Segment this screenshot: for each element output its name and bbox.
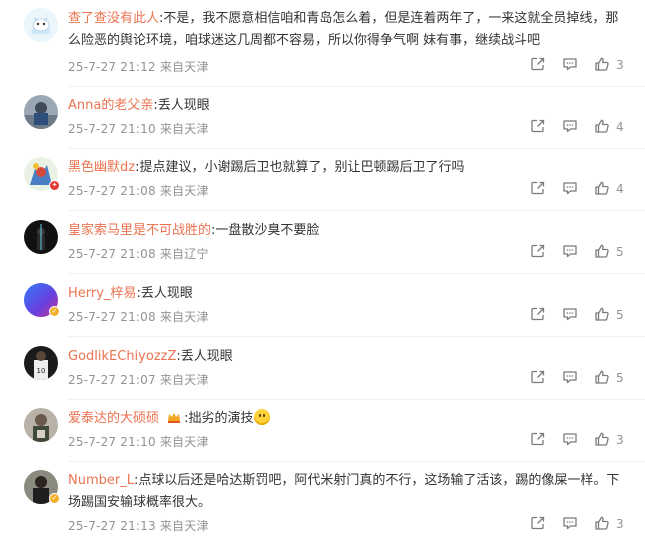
username-link[interactable]: 黑色幽默dz — [68, 160, 135, 175]
comment-text-block: Herry_梓易:丢人现眼 — [68, 283, 628, 305]
avatar[interactable]: 10 — [24, 346, 58, 380]
username-link[interactable]: Anna的老父亲 — [68, 98, 153, 113]
comment-body: :丢人现眼 — [136, 286, 193, 301]
divider — [68, 461, 645, 462]
share-icon[interactable] — [530, 56, 546, 72]
comment-icon[interactable] — [562, 56, 578, 72]
verified-badge-icon: ✦ — [49, 180, 60, 191]
verified-badge-icon: ✓ — [49, 493, 60, 504]
share-icon[interactable] — [530, 180, 546, 196]
like-count: 3 — [616, 433, 624, 447]
thumbs-up-icon[interactable] — [594, 118, 610, 134]
comment-meta: 25-7-27 21:10 来自天津 — [68, 435, 209, 449]
like-count: 3 — [616, 58, 624, 72]
smile-emoji-icon — [253, 409, 270, 425]
comment-text-block: 皇家索马里是不可战胜的:一盘散沙臭不要脸 — [68, 220, 628, 242]
username-link[interactable]: 爱泰达的大硕硕 — [68, 411, 159, 426]
comment-body: :一盘散沙臭不要脸 — [211, 223, 320, 238]
comment-body: :提点建议，小谢踢后卫也就算了，别让巴顿踢后卫了行吗 — [135, 160, 465, 175]
comment-meta: 25-7-27 21:08 来自天津 — [68, 310, 209, 324]
comment-icon[interactable] — [562, 180, 578, 196]
divider — [68, 336, 645, 337]
comment-text-block: 黑色幽默dz:提点建议，小谢踢后卫也就算了，别让巴顿踢后卫了行吗 — [68, 157, 628, 179]
comment-icon[interactable] — [562, 431, 578, 447]
divider — [68, 273, 645, 274]
comment-body: :点球以后还是哈达斯罚吧，阿代米射门真的不行，这场输了活该，踢的像屎一样。下场踢… — [68, 473, 620, 510]
share-icon[interactable] — [530, 243, 546, 259]
share-icon[interactable] — [530, 306, 546, 322]
thumbs-up-icon[interactable] — [594, 56, 610, 72]
thumbs-up-icon[interactable] — [594, 431, 610, 447]
comment-icon[interactable] — [562, 515, 578, 531]
share-icon[interactable] — [530, 515, 546, 531]
comment-meta: 25-7-27 21:12 来自天津 — [68, 60, 209, 74]
comment-meta: 25-7-27 21:08 来自天津 — [68, 184, 209, 198]
username-link[interactable]: Herry_梓易 — [68, 286, 136, 301]
comment-text-block: 查了查没有此人:不是，我不愿意相信咱和青岛怎么着，但是连着两年了，一来这就全员掉… — [68, 8, 628, 52]
comment-text-block: GodlikEChiyozzZ:丢人现眼 — [68, 346, 628, 368]
comment-body: :丢人现眼 — [153, 98, 210, 113]
like-count: 4 — [616, 120, 624, 134]
avatar[interactable] — [24, 8, 58, 42]
avatar[interactable] — [24, 95, 58, 129]
comment-meta: 25-7-27 21:07 来自天津 — [68, 373, 209, 387]
share-icon[interactable] — [530, 118, 546, 134]
comment-meta: 25-7-27 21:08 来自辽宁 — [68, 247, 209, 261]
like-count: 3 — [616, 517, 624, 531]
comment-icon[interactable] — [562, 369, 578, 385]
share-icon[interactable] — [530, 369, 546, 385]
comment-meta: 25-7-27 21:10 来自天津 — [68, 122, 209, 136]
verified-badge-icon: ✓ — [49, 306, 60, 317]
avatar[interactable] — [24, 408, 58, 442]
thumbs-up-icon[interactable] — [594, 369, 610, 385]
username-link[interactable]: Number_L — [68, 473, 134, 488]
username-link[interactable]: GodlikEChiyozzZ — [68, 349, 176, 364]
comment-icon[interactable] — [562, 243, 578, 259]
comment-meta: 25-7-27 21:13 来自天津 — [68, 519, 209, 533]
like-count: 5 — [616, 308, 624, 322]
like-count: 4 — [616, 182, 624, 196]
like-count: 5 — [616, 371, 624, 385]
username-link[interactable]: 皇家索马里是不可战胜的 — [68, 223, 211, 238]
comment-body: :丢人现眼 — [176, 349, 233, 364]
thumbs-up-icon[interactable] — [594, 515, 610, 531]
divider — [68, 399, 645, 400]
comment-icon[interactable] — [562, 118, 578, 134]
comment-text-block: Number_L:点球以后还是哈达斯罚吧，阿代米射门真的不行，这场输了活该，踢的… — [68, 470, 628, 514]
divider — [68, 210, 645, 211]
share-icon[interactable] — [530, 431, 546, 447]
username-link[interactable]: 查了查没有此人 — [68, 11, 159, 26]
thumbs-up-icon[interactable] — [594, 180, 610, 196]
crown-badge-icon — [168, 413, 181, 423]
divider — [68, 148, 645, 149]
comment-icon[interactable] — [562, 306, 578, 322]
thumbs-up-icon[interactable] — [594, 306, 610, 322]
comment-body: :拙劣的演技 — [184, 411, 254, 426]
divider — [68, 86, 645, 87]
comment-text-block: 爱泰达的大硕硕 :拙劣的演技 — [68, 408, 628, 430]
thumbs-up-icon[interactable] — [594, 243, 610, 259]
avatar[interactable] — [24, 220, 58, 254]
comment-text-block: Anna的老父亲:丢人现眼 — [68, 95, 628, 117]
svg-text:10: 10 — [37, 367, 46, 375]
like-count: 5 — [616, 245, 624, 259]
